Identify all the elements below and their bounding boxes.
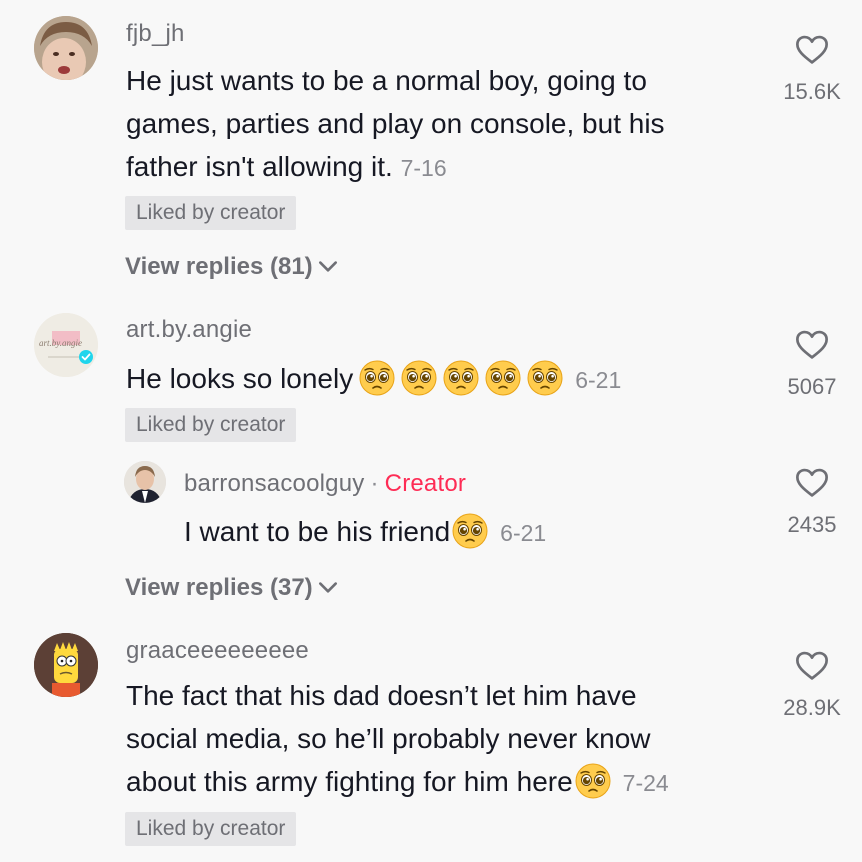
chevron-down-icon: [317, 577, 339, 599]
like-count: 2435: [787, 512, 837, 537]
pleading-face-emoji: [485, 360, 521, 396]
view-replies-label: View replies (37): [125, 574, 313, 601]
heart-outline-icon: [794, 327, 830, 363]
pleading-face-emoji: [443, 360, 479, 396]
comment-text-fragment: He looks so lonely: [126, 363, 354, 394]
liked-by-creator-badge: Liked by creator: [125, 408, 297, 442]
avatar[interactable]: [34, 16, 98, 80]
view-replies-button[interactable]: View replies (37): [125, 574, 339, 602]
comment-username[interactable]: graaceeeeeeeee: [126, 637, 309, 665]
comment-text-line: The fact that his dad doesn’t let him ha…: [126, 680, 637, 711]
pleading-face-emoji: [401, 360, 437, 396]
reply-date: 6-21: [500, 520, 547, 546]
comment-text-line: games, parties and play on console, but …: [126, 108, 665, 139]
comment-text-fragment: father isn't allowing it.: [126, 151, 393, 182]
avatar[interactable]: [124, 461, 166, 503]
avatar[interactable]: [34, 633, 98, 697]
avatar-photo: [124, 461, 166, 503]
like-button[interactable]: 28.9K: [767, 648, 857, 721]
like-button[interactable]: 15.6K: [767, 32, 857, 105]
reply-text-fragment: I want to be his friend: [184, 516, 451, 547]
creator-tag: Creator: [384, 470, 467, 497]
avatar-photo: [34, 16, 98, 80]
comment-text: He just wants to be a normal boy, going …: [126, 59, 746, 190]
heart-outline-icon: [794, 32, 830, 68]
like-count: 28.9K: [783, 695, 841, 720]
pleading-face-emoji: [575, 763, 611, 799]
comment-text-line: social media, so he’ll probably never kn…: [126, 723, 651, 754]
avatar[interactable]: art.by.angie: [34, 313, 98, 377]
reply-text: I want to be his friend 6-21: [184, 510, 546, 555]
pleading-face-emoji: [359, 360, 395, 396]
like-count: 15.6K: [783, 79, 841, 104]
comment-username[interactable]: fjb_jh: [126, 20, 185, 48]
comment-date: 7-16: [400, 155, 447, 181]
avatar-photo: [34, 633, 98, 697]
chevron-down-icon: [317, 256, 339, 278]
reply-header: barronsacoolguy · Creator: [184, 470, 466, 498]
liked-by-creator-badge: Liked by creator: [125, 812, 297, 846]
comment-username[interactable]: art.by.angie: [126, 316, 252, 344]
view-replies-button[interactable]: View replies (81): [125, 253, 339, 281]
separator-dot: ·: [370, 470, 379, 497]
pleading-face-emoji: [452, 513, 488, 549]
comment-text-line: father isn't allowing it. 7-16: [126, 145, 746, 190]
avatar-text: art.by.angie: [39, 338, 82, 348]
heart-outline-icon: [794, 465, 830, 501]
like-count: 5067: [787, 374, 837, 399]
comment-text-line: about this army fighting for him here 7-2…: [126, 760, 766, 805]
pleading-face-emoji: [527, 360, 563, 396]
comment-text: The fact that his dad doesn’t let him ha…: [126, 674, 766, 805]
like-button[interactable]: 2435: [767, 465, 857, 538]
view-replies-label: View replies (81): [125, 253, 313, 280]
like-button[interactable]: 5067: [767, 327, 857, 400]
reply-username[interactable]: barronsacoolguy: [184, 470, 364, 497]
comment-date: 6-21: [575, 367, 622, 393]
comment-text-line: He just wants to be a normal boy, going …: [126, 65, 647, 96]
heart-outline-icon: [794, 648, 830, 684]
verified-badge-icon: [79, 350, 93, 364]
liked-by-creator-badge: Liked by creator: [125, 196, 297, 230]
comment-date: 7-24: [622, 770, 669, 796]
comment-text-fragment: about this army fighting for him here: [126, 766, 573, 797]
comment-text: He looks so lonely 6-21: [126, 357, 621, 402]
